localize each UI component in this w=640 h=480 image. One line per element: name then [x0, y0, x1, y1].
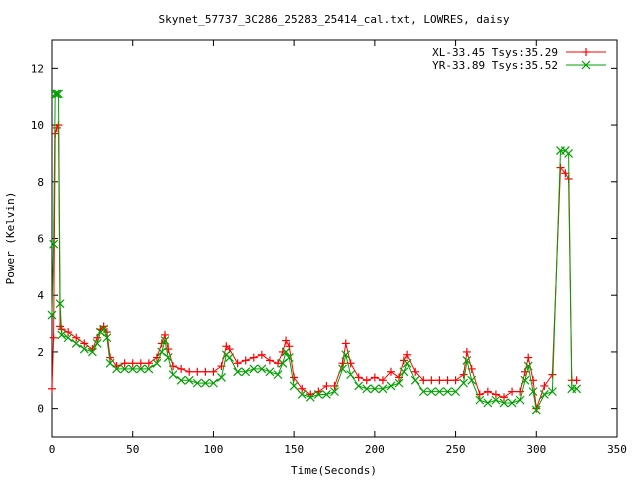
data-point — [257, 350, 266, 359]
data-point — [265, 367, 275, 377]
legend: XL-33.45 Tsys:35.29YR-33.89 Tsys:35.52 — [432, 46, 606, 72]
x-tick-label: 200 — [365, 443, 385, 456]
series-2 — [47, 89, 582, 415]
data-point — [354, 381, 364, 391]
data-point — [249, 353, 258, 362]
data-point — [508, 387, 517, 396]
data-point — [265, 356, 274, 365]
data-point — [459, 370, 468, 379]
legend-label: YR-33.89 Tsys:35.52 — [432, 59, 558, 72]
y-tick-label: 8 — [37, 176, 44, 189]
data-point — [572, 376, 581, 385]
x-tick-label: 300 — [526, 443, 546, 456]
data-point — [168, 370, 178, 380]
data-point — [462, 347, 471, 356]
data-point — [523, 361, 533, 371]
legend-swatch-marker — [582, 48, 590, 56]
data-point — [524, 353, 533, 362]
data-point — [435, 376, 444, 385]
y-tick-label: 10 — [31, 119, 44, 132]
data-point — [386, 381, 396, 391]
y-tick-label: 4 — [37, 289, 44, 302]
data-point — [483, 387, 492, 396]
y-tick-label: 2 — [37, 346, 44, 359]
data-point — [217, 373, 226, 382]
data-point — [540, 381, 549, 390]
y-axis-label: Power (Kelvin) — [4, 192, 17, 285]
x-tick-label: 250 — [446, 443, 466, 456]
data-point — [370, 373, 379, 382]
data-point — [289, 381, 299, 391]
y-tick-label: 0 — [37, 403, 44, 416]
data-point — [201, 367, 210, 376]
chart-title: Skynet_57737_3C286_25283_25414_cal.txt, … — [159, 13, 510, 26]
data-point — [483, 398, 493, 408]
y-tick-label: 6 — [37, 233, 44, 246]
data-point — [48, 384, 56, 393]
data-point — [290, 373, 299, 382]
series-layer — [47, 89, 582, 415]
data-point — [322, 381, 331, 390]
data-point — [225, 353, 234, 363]
legend-label: XL-33.45 Tsys:35.29 — [432, 46, 558, 59]
series-line — [51, 93, 577, 412]
data-point — [520, 375, 530, 385]
data-point — [209, 367, 218, 376]
chart: Skynet_57737_3C286_25283_25414_cal.txt, … — [4, 13, 627, 477]
data-point — [354, 373, 363, 382]
x-tick-label: 350 — [607, 443, 627, 456]
data-point — [467, 375, 477, 385]
data-point — [241, 356, 250, 365]
x-axis-ticks: 0 50 100 150 200 250 300 350 — [49, 40, 627, 456]
data-point — [346, 370, 356, 380]
x-tick-label: 150 — [284, 443, 304, 456]
y-tick-label: 12 — [31, 62, 44, 75]
data-point — [341, 339, 350, 348]
data-point — [410, 375, 420, 385]
data-point — [362, 376, 371, 385]
x-tick-label: 50 — [126, 443, 139, 456]
x-axis-label: Time(Seconds) — [291, 464, 377, 477]
data-point — [185, 367, 194, 376]
data-point — [443, 376, 452, 385]
data-point — [52, 89, 62, 99]
data-point — [427, 376, 436, 385]
data-point — [177, 364, 186, 373]
data-point — [451, 376, 460, 385]
data-point — [193, 367, 202, 376]
data-point — [273, 370, 283, 380]
x-tick-label: 0 — [49, 443, 56, 456]
data-point — [49, 333, 58, 342]
x-tick-label: 100 — [203, 443, 223, 456]
data-point — [515, 395, 525, 405]
